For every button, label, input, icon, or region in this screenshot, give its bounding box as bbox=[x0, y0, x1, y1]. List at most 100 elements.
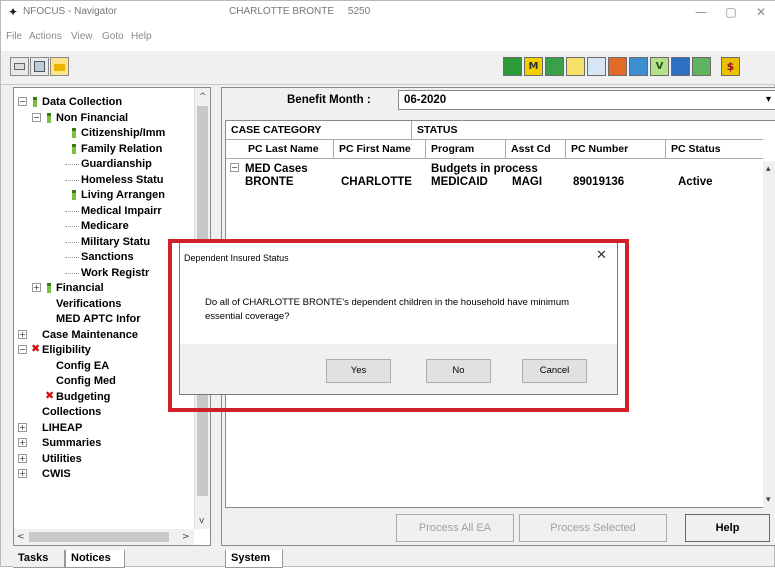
collapse-icon[interactable]: − bbox=[32, 112, 41, 122]
tree-connector bbox=[65, 164, 79, 165]
close-window-button[interactable]: ✕ bbox=[746, 3, 775, 21]
tree-item[interactable]: Medical Impairr bbox=[81, 204, 162, 218]
monitor-icon[interactable] bbox=[629, 57, 648, 76]
header-status: STATUS bbox=[412, 121, 762, 139]
tree-item[interactable]: Family Relation bbox=[81, 142, 162, 156]
benefit-month-label: Benefit Month : bbox=[287, 94, 371, 106]
grid-scroll-down-icon[interactable]: ▾ bbox=[766, 495, 771, 505]
save-icon[interactable] bbox=[30, 57, 49, 76]
tree-connector bbox=[65, 210, 79, 212]
tree-hscroll-thumb[interactable] bbox=[29, 532, 169, 542]
expand-icon[interactable]: + bbox=[18, 469, 27, 478]
grid-divider bbox=[226, 158, 763, 159]
scroll-left-icon[interactable]: < bbox=[17, 532, 25, 542]
tree-connector bbox=[65, 179, 79, 181]
toolbar: M V $ bbox=[1, 51, 775, 85]
process-selected-button[interactable]: Process Selected bbox=[519, 514, 667, 542]
menu-file[interactable]: File bbox=[6, 31, 22, 42]
expand-icon[interactable]: + bbox=[18, 422, 27, 432]
tree-item[interactable]: MED APTC Infor bbox=[56, 312, 141, 326]
tree-item[interactable]: Data Collection bbox=[42, 95, 122, 109]
tree-item[interactable]: Citizenship/Imm bbox=[81, 126, 165, 140]
grid-scroll-up-icon[interactable]: ▴ bbox=[766, 164, 771, 174]
maximize-button[interactable]: ▢ bbox=[716, 3, 746, 21]
benefit-month-field[interactable] bbox=[398, 90, 775, 110]
collapse-icon[interactable]: − bbox=[18, 345, 27, 354]
tree-item[interactable]: Military Statu bbox=[81, 235, 150, 249]
scroll-right-icon[interactable]: > bbox=[182, 532, 190, 542]
tree-item[interactable]: Utilities bbox=[42, 452, 82, 466]
header-case-category: CASE CATEGORY bbox=[226, 121, 412, 139]
tree-item[interactable]: CWIS bbox=[42, 467, 71, 481]
expand-icon[interactable]: + bbox=[18, 329, 27, 339]
open-icon[interactable] bbox=[10, 57, 29, 76]
chevron-down-icon[interactable]: ▾ bbox=[766, 94, 771, 105]
col-pc-number[interactable]: PC Number bbox=[566, 140, 666, 158]
green-m-icon[interactable] bbox=[503, 57, 522, 76]
tree-item[interactable]: Budgeting bbox=[56, 390, 110, 404]
chart-icon[interactable] bbox=[587, 57, 606, 76]
tree-connector bbox=[65, 226, 79, 227]
cell-asst-cd[interactable]: MAGI bbox=[512, 176, 542, 189]
minimize-button[interactable]: — bbox=[686, 3, 716, 21]
tree-item[interactable]: Config Med bbox=[56, 374, 116, 388]
people-icon[interactable] bbox=[545, 57, 564, 76]
cell-first-name[interactable]: CHARLOTTE bbox=[341, 176, 412, 189]
tree-item[interactable]: Sanctions bbox=[81, 250, 134, 264]
title-bar: ✦ NFOCUS - Navigator CHARLOTTE BRONTE 52… bbox=[1, 1, 775, 23]
menu-goto[interactable]: Goto bbox=[102, 31, 124, 42]
col-pc-first-name[interactable]: PC First Name bbox=[334, 140, 426, 158]
status-leaf-icon bbox=[72, 128, 76, 138]
tree-item[interactable]: Summaries bbox=[42, 436, 101, 450]
scroll-down-icon[interactable]: v bbox=[199, 516, 204, 526]
tree-item[interactable]: Medicare bbox=[81, 219, 129, 233]
cell-pc-number[interactable]: 89019136 bbox=[573, 176, 624, 189]
tree-item[interactable]: Config EA bbox=[56, 359, 109, 373]
expand-icon[interactable]: + bbox=[18, 453, 27, 463]
tree-item[interactable]: Financial bbox=[56, 281, 104, 295]
col-pc-status[interactable]: PC Status bbox=[666, 140, 763, 158]
menu-view[interactable]: View bbox=[71, 31, 93, 42]
col-pc-last-name[interactable]: PC Last Name bbox=[243, 140, 334, 158]
col-program[interactable]: Program bbox=[426, 140, 506, 158]
group-icon[interactable] bbox=[608, 57, 627, 76]
dollar-icon[interactable]: $ bbox=[721, 57, 740, 76]
folder-icon[interactable] bbox=[50, 57, 69, 76]
tree-item[interactable]: Case Maintenance bbox=[42, 328, 138, 342]
tab-system[interactable]: System bbox=[225, 550, 283, 568]
bars-icon[interactable] bbox=[692, 57, 711, 76]
tree-item[interactable]: Living Arrangen bbox=[81, 188, 165, 202]
tree-item[interactable]: Guardianship bbox=[81, 157, 152, 171]
expand-icon[interactable]: + bbox=[32, 283, 41, 292]
grid-vertical-scrollbar[interactable] bbox=[763, 161, 775, 508]
status-leaf-icon bbox=[47, 112, 51, 123]
col-asst-cd[interactable]: Asst Cd bbox=[506, 140, 566, 158]
menu-actions[interactable]: Actions bbox=[29, 31, 62, 42]
tree-item[interactable]: Homeless Statu bbox=[81, 173, 164, 187]
cell-last-name[interactable]: BRONTE bbox=[245, 176, 294, 189]
cell-pc-status[interactable]: Active bbox=[678, 176, 713, 189]
v-icon[interactable]: V bbox=[650, 57, 669, 76]
tree-item[interactable]: Non Financial bbox=[56, 111, 128, 125]
grid-divider bbox=[226, 139, 763, 140]
tree-item[interactable]: Eligibility bbox=[42, 343, 91, 357]
m-icon[interactable]: M bbox=[524, 57, 543, 76]
expand-icon[interactable]: + bbox=[18, 438, 27, 447]
note-icon[interactable] bbox=[566, 57, 585, 76]
tab-tasks[interactable]: Tasks bbox=[13, 550, 65, 568]
tree-item[interactable]: LIHEAP bbox=[42, 421, 82, 435]
status-leaf-icon bbox=[33, 97, 37, 107]
process-all-ea-button[interactable]: Process All EA bbox=[396, 514, 514, 542]
collapse-icon[interactable]: − bbox=[230, 163, 239, 172]
collapse-icon[interactable]: − bbox=[18, 97, 27, 106]
scroll-up-icon[interactable]: ^ bbox=[199, 92, 207, 102]
tree-item[interactable]: Verifications bbox=[56, 297, 121, 311]
grid-icon[interactable] bbox=[671, 57, 690, 76]
menu-help[interactable]: Help bbox=[131, 31, 152, 42]
app-title: NFOCUS - Navigator bbox=[23, 6, 117, 17]
cell-program[interactable]: MEDICAID bbox=[431, 176, 488, 189]
tree-item[interactable]: Work Registr bbox=[81, 266, 149, 280]
tree-item[interactable]: Collections bbox=[42, 405, 101, 419]
help-button[interactable]: Help bbox=[685, 514, 770, 542]
tab-notices[interactable]: Notices bbox=[65, 550, 125, 568]
